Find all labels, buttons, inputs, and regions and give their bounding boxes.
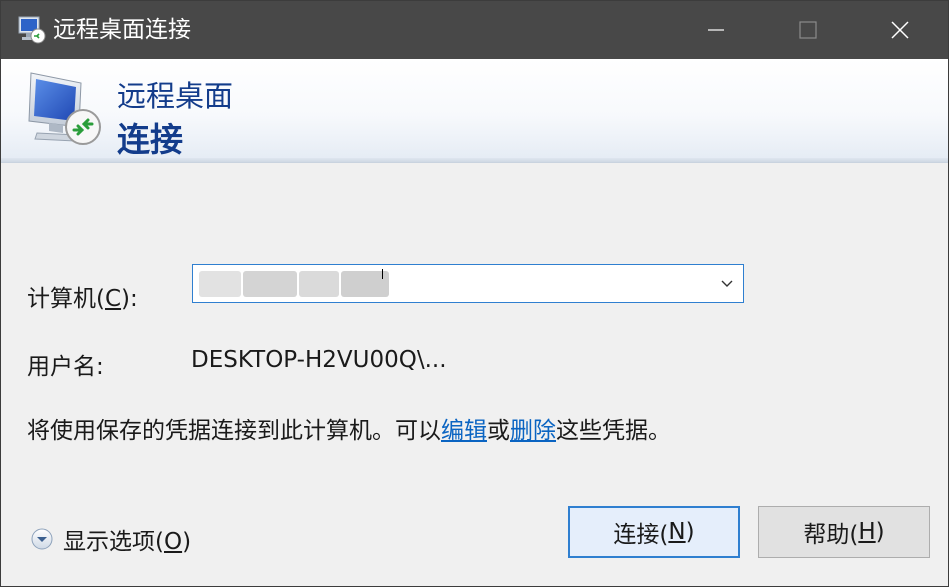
computer-label: 计算机(C): bbox=[27, 279, 138, 313]
minimize-icon bbox=[708, 29, 724, 31]
credentials-info-text: 将使用保存的凭据连接到此计算机。可以 bbox=[27, 418, 441, 444]
title-bar[interactable]: 远程桌面连接 bbox=[1, 1, 948, 59]
close-icon bbox=[891, 21, 909, 39]
computer-label-accelerator: C bbox=[104, 286, 122, 312]
header-title: 远程桌面 bbox=[117, 79, 234, 113]
remote-desktop-monitor-icon bbox=[23, 69, 107, 153]
remote-desktop-window: 远程桌面连接 远程桌面 连接 计算机(C): 用户名: DESKTOP-H2VU… bbox=[0, 0, 949, 587]
credentials-info: 将使用保存的凭据连接到此计算机。可以编辑或删除这些凭据。 bbox=[27, 411, 671, 445]
edit-credentials-link[interactable]: 编辑 bbox=[441, 418, 487, 444]
close-button[interactable] bbox=[854, 1, 946, 59]
credentials-info-suffix: 这些凭据。 bbox=[556, 418, 671, 444]
username-value: DESKTOP-H2VU00Q\... bbox=[191, 347, 447, 373]
credentials-info-or: 或 bbox=[487, 418, 510, 444]
chevron-down-icon[interactable] bbox=[720, 277, 734, 291]
maximize-icon bbox=[799, 21, 817, 39]
window-title: 远程桌面连接 bbox=[53, 17, 191, 43]
header-banner: 远程桌面 连接 bbox=[1, 59, 948, 163]
expand-chevron-icon bbox=[31, 528, 53, 550]
minimize-button[interactable] bbox=[670, 1, 762, 59]
delete-credentials-link[interactable]: 删除 bbox=[510, 418, 556, 444]
computer-value-redacted bbox=[199, 271, 389, 297]
computer-label-suffix: ): bbox=[121, 286, 138, 312]
show-options-toggle[interactable]: 显示选项(O) bbox=[31, 524, 192, 555]
show-options-label: 显示选项(O) bbox=[63, 529, 192, 555]
remote-desktop-app-icon bbox=[17, 15, 47, 45]
help-button[interactable]: 帮助(H) bbox=[758, 506, 930, 558]
username-label: 用户名: bbox=[27, 354, 104, 380]
computer-label-text: 计算机( bbox=[27, 286, 105, 312]
maximize-button bbox=[762, 1, 854, 59]
computer-combobox[interactable] bbox=[192, 264, 744, 303]
header-subtitle: 连接 bbox=[117, 120, 183, 159]
text-caret bbox=[382, 269, 383, 279]
connect-button[interactable]: 连接(N) bbox=[568, 506, 740, 558]
